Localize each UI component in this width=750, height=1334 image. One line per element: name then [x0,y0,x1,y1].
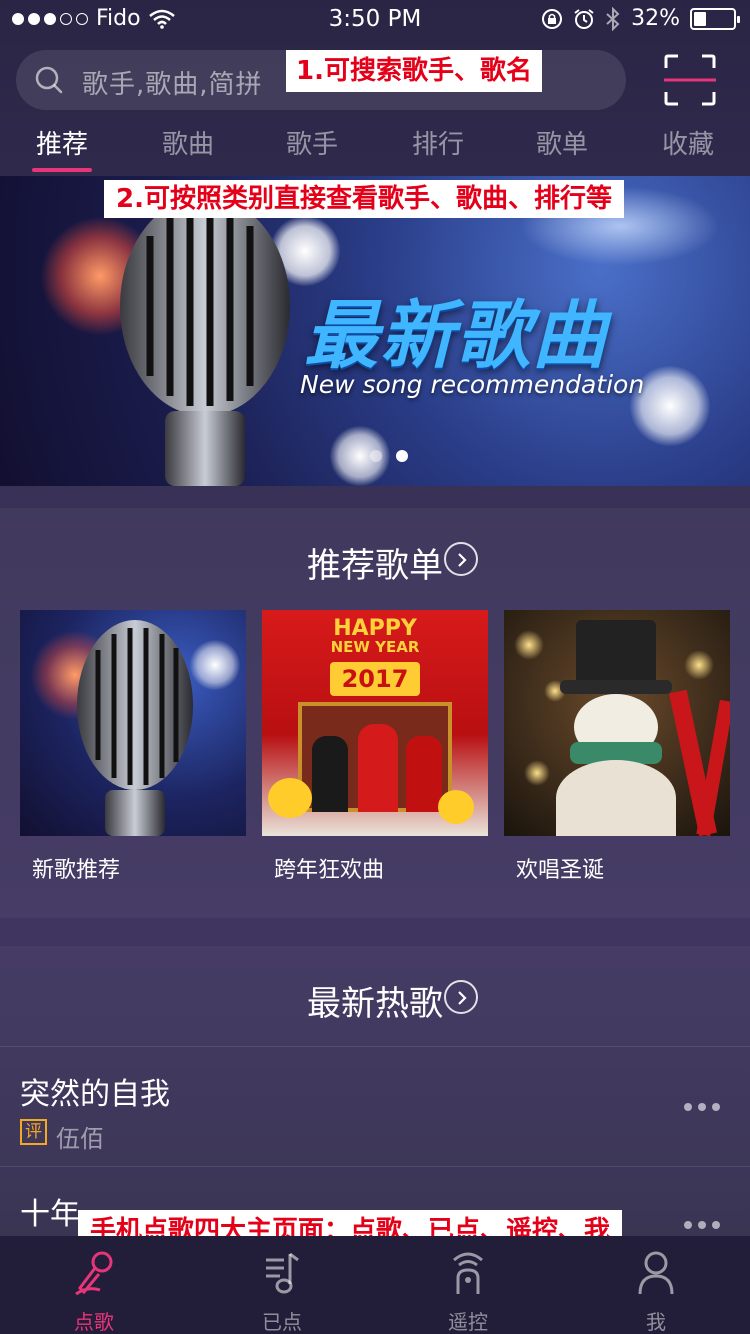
more-options-button[interactable] [684,1103,720,1111]
banner-pagination[interactable] [370,450,408,462]
song-row[interactable]: 突然的自我 评 伍佰 [0,1046,750,1166]
search-placeholder: 歌手,歌曲,简拼 [82,70,263,100]
cover-text: 2017 [330,662,420,696]
nav-item-queued[interactable]: 已点 [212,1236,352,1334]
song-title: 突然的自我 [20,1077,170,1112]
banner-dot[interactable] [370,450,382,462]
section-title-hot[interactable]: 最新热歌 [0,976,750,1025]
more-options-button[interactable] [684,1221,720,1229]
playlist-cover [20,610,246,836]
tab-favorites[interactable]: 收藏 [640,124,736,161]
active-tab-indicator [32,168,92,172]
hot-songs-section: 最新热歌 突然的自我 评 伍佰 十年 [0,946,750,1246]
tab-rankings[interactable]: 排行 [390,124,486,161]
cover-scene [298,702,452,812]
bottom-nav: 点歌 已点 遥控 我 [0,1236,750,1334]
section-title-playlists[interactable]: 推荐歌单 [0,538,750,587]
chevron-right-icon[interactable] [444,980,478,1014]
playlist-name: 新歌推荐 [32,858,121,883]
banner-subtitle: New song recommendation [300,370,645,399]
nav-item-songs[interactable]: 点歌 [24,1236,164,1334]
playlist-card[interactable]: 欢唱圣诞 [504,610,730,883]
tab-recommend[interactable]: 推荐 [14,124,110,161]
category-tabs: 推荐 歌曲 歌手 排行 歌单 收藏 [0,124,750,176]
tab-songs[interactable]: 歌曲 [140,124,236,161]
playlist-music-icon [266,1252,299,1294]
scan-qr-button[interactable] [664,54,716,106]
nav-label: 已点 [262,1310,302,1334]
alarm-icon [574,8,594,29]
recommended-playlists-section: 推荐歌单 新歌推荐 HAPPY NEW YEAR 2017 跨年狂欢曲 欢唱圣诞 [0,508,750,918]
nav-label: 我 [646,1310,666,1334]
playlist-cover: HAPPY NEW YEAR 2017 [262,610,488,836]
promo-banner[interactable]: 最新歌曲 New song recommendation [0,176,750,486]
playlist-name: 跨年狂欢曲 [274,858,385,883]
section-title-text: 推荐歌单 [307,546,443,586]
bluetooth-icon [606,6,620,31]
battery-icon [690,7,740,30]
playlist-cover [504,610,730,836]
search-annotation: 1.可搜索歌手、歌名 [286,50,542,92]
playlist-card[interactable]: 新歌推荐 [20,610,246,883]
cover-mascot [438,790,474,824]
status-bar: Fido 3:50 PM 32% [0,0,750,40]
microphone-icon [75,1251,113,1296]
nav-item-me[interactable]: 我 [586,1236,726,1334]
rotation-lock-icon [542,8,563,29]
search-icon [35,66,63,94]
playlist-card[interactable]: HAPPY NEW YEAR 2017 跨年狂欢曲 [262,610,488,883]
rating-badge: 评 [20,1119,47,1145]
song-title: 十年 [20,1197,80,1232]
cover-text: NEW YEAR [330,638,420,656]
tab-singers[interactable]: 歌手 [264,124,360,161]
tab-playlists[interactable]: 歌单 [514,124,610,161]
nav-label: 遥控 [448,1310,488,1334]
nav-label: 点歌 [74,1310,114,1334]
banner-dot[interactable] [396,450,408,462]
chevron-right-icon[interactable] [444,542,478,576]
section-title-text: 最新热歌 [307,984,443,1024]
remote-control-icon [453,1252,483,1294]
playlist-name: 欢唱圣诞 [516,858,605,883]
microphone-illustration [120,196,290,486]
user-icon [638,1251,674,1295]
battery-percent: 32% [631,6,680,31]
nav-item-remote[interactable]: 遥控 [398,1236,538,1334]
category-annotation: 2.可按照类别直接查看歌手、歌曲、排行等 [104,180,624,218]
cover-mascot [268,778,312,818]
song-artist: 伍佰 [56,1125,104,1153]
banner-title: 最新歌曲 [304,293,608,379]
